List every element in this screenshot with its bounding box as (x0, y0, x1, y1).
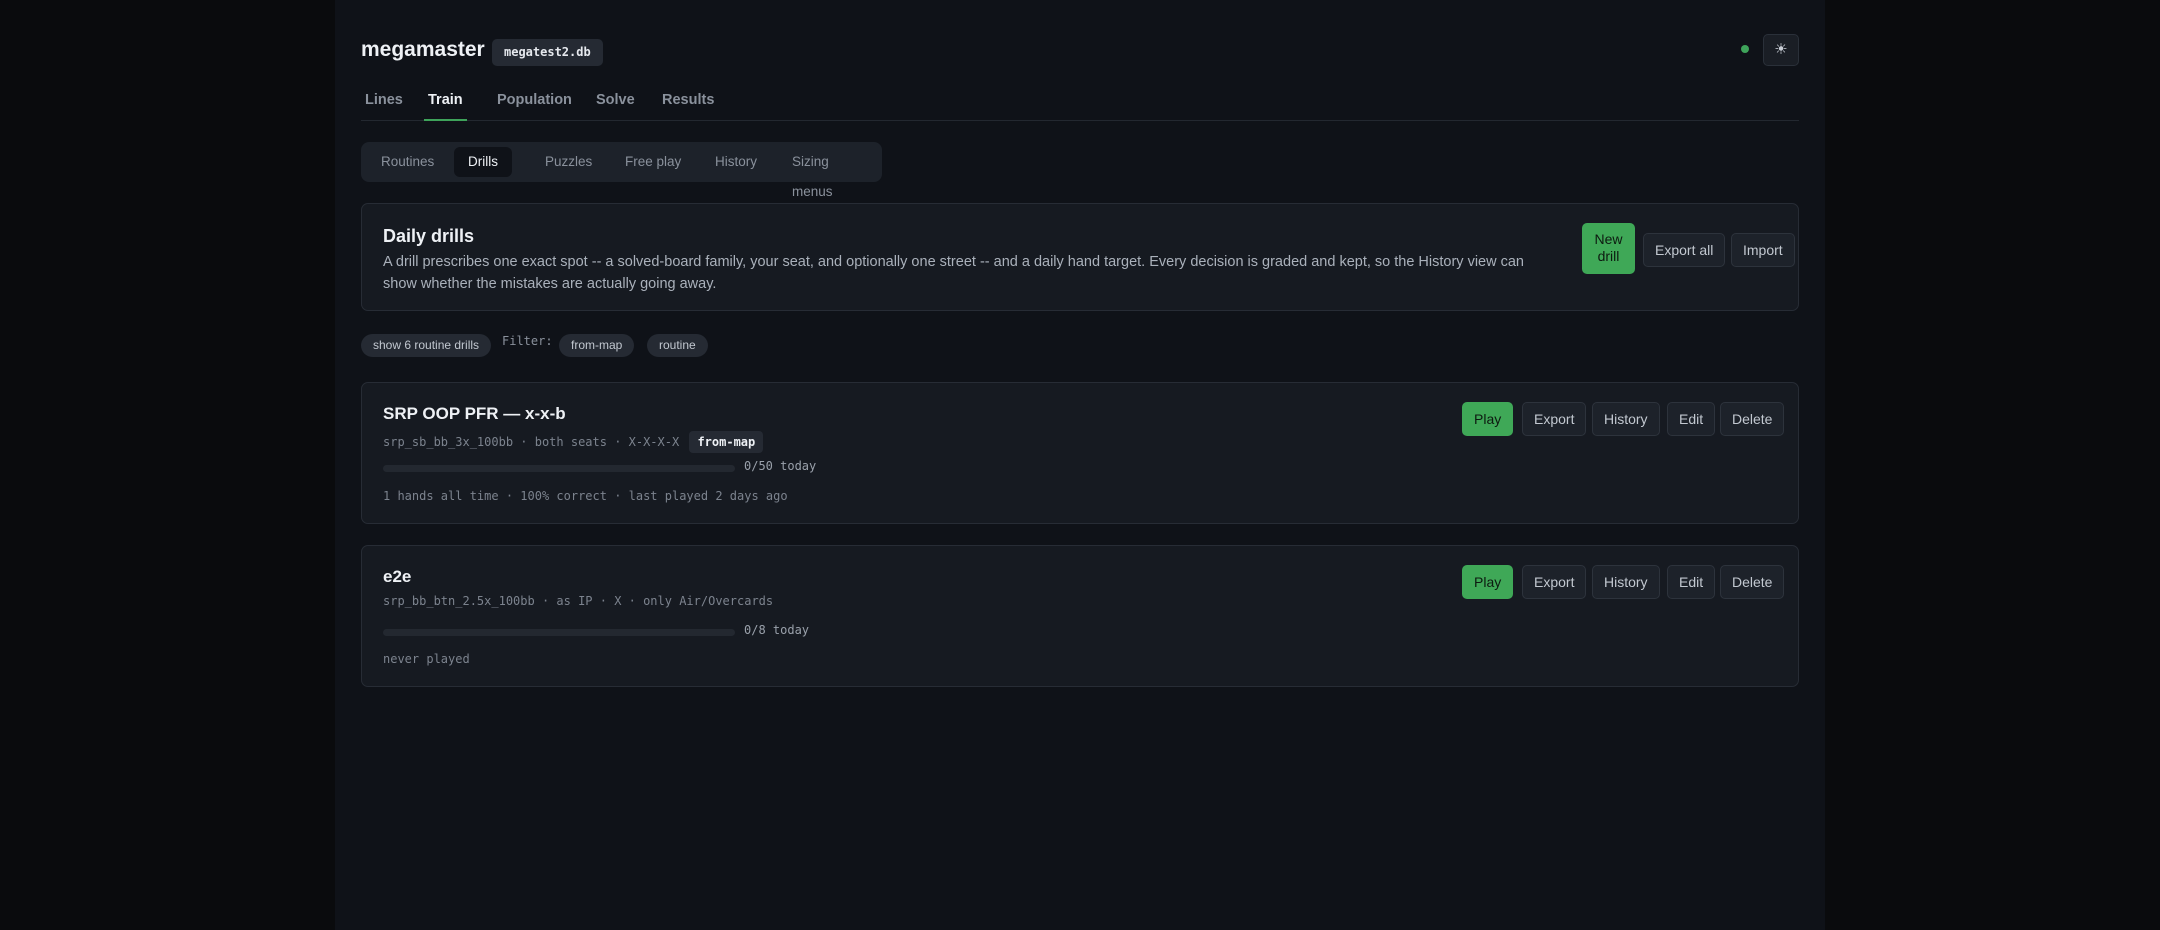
drill-card: e2e srp_bb_btn_2.5x_100bb · as IP · X · … (361, 545, 1799, 687)
drill-meta: srp_sb_bb_3x_100bb · both seats · X-X-X-… (383, 431, 764, 453)
train-subtabs: Routines Drills Puzzles Free play Histor… (361, 142, 882, 199)
theme-toggle-button[interactable]: ☀ (1763, 34, 1799, 66)
subtab-puzzles[interactable]: Puzzles (531, 147, 606, 177)
subtab-routines[interactable]: Routines (367, 147, 448, 177)
sun-icon: ☀ (1774, 41, 1788, 58)
play-button[interactable]: Play (1462, 402, 1514, 436)
drill-spot-info: srp_bb_btn_2.5x_100bb · as IP · X · only… (383, 594, 774, 608)
status-dot-icon (1741, 45, 1749, 53)
tab-lines[interactable]: Lines (361, 92, 407, 121)
drill-title: SRP OOP PFR — x-x-b (383, 404, 566, 423)
play-button[interactable]: Play (1462, 565, 1514, 599)
app-page: megamaster megatest2.db ☀ Lines Train Po… (335, 0, 1825, 930)
header: megamaster megatest2.db ☀ (361, 34, 1799, 68)
history-button[interactable]: History (1592, 565, 1660, 599)
intro-title: Daily drills (383, 226, 475, 246)
filter-row: show 6 routine drills Filter: from-map r… (361, 334, 1799, 358)
tab-solve[interactable]: Solve (592, 92, 639, 121)
filter-tag-routine[interactable]: routine (647, 334, 708, 357)
new-drill-button[interactable]: New drill (1582, 223, 1635, 274)
main-tabs: Lines Train Population Solve Results (361, 92, 1799, 121)
subtab-free-play[interactable]: Free play (611, 147, 695, 177)
progress-text: 0/50 today (744, 459, 817, 473)
delete-button[interactable]: Delete (1720, 565, 1785, 599)
daily-progress-bar (383, 629, 735, 636)
subtab-drills[interactable]: Drills (454, 147, 512, 177)
tab-train[interactable]: Train (424, 92, 467, 121)
drill-meta: srp_bb_btn_2.5x_100bb · as IP · X · only… (383, 594, 773, 608)
intro-card: Daily drills A drill prescribes one exac… (361, 203, 1799, 311)
drill-spot-info: srp_sb_bb_3x_100bb · both seats · X-X-X-… (383, 435, 680, 449)
filter-tag-from-map[interactable]: from-map (559, 334, 635, 357)
export-all-button[interactable]: Export all (1643, 233, 1726, 267)
drill-card: SRP OOP PFR — x-x-b srp_sb_bb_3x_100bb ·… (361, 382, 1799, 524)
edit-button[interactable]: Edit (1667, 402, 1716, 436)
tab-population[interactable]: Population (493, 92, 576, 121)
tab-results[interactable]: Results (658, 92, 718, 121)
delete-button[interactable]: Delete (1720, 402, 1785, 436)
db-badge: megatest2.db (492, 39, 603, 66)
export-button[interactable]: Export (1522, 402, 1587, 436)
show-routine-drills-toggle[interactable]: show 6 routine drills (361, 334, 492, 357)
import-button[interactable]: Import (1731, 233, 1795, 267)
export-button[interactable]: Export (1522, 565, 1587, 599)
daily-progress-bar (383, 465, 735, 472)
edit-button[interactable]: Edit (1667, 565, 1716, 599)
intro-description: A drill prescribes one exact spot -- a s… (383, 254, 1524, 292)
drill-stats: 1 hands all time · 100% correct · last p… (383, 489, 788, 503)
history-button[interactable]: History (1592, 402, 1660, 436)
app-title: megamaster (361, 38, 485, 61)
drill-tag: from-map (689, 431, 764, 453)
drill-title: e2e (383, 567, 412, 586)
subtab-sizing-menus[interactable]: Sizing menus (778, 147, 882, 199)
drill-stats: never played (383, 652, 470, 666)
filter-label: Filter: (502, 334, 553, 348)
progress-text: 0/8 today (744, 623, 810, 637)
subtab-history[interactable]: History (701, 147, 771, 177)
